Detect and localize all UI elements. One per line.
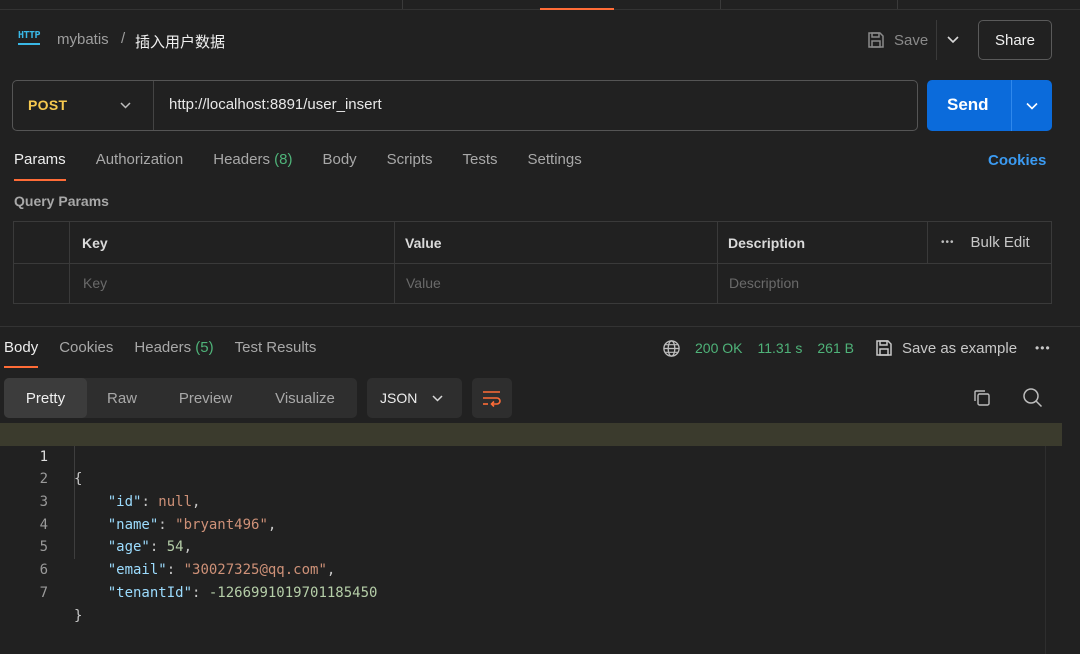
active-tab-indicator — [540, 8, 614, 10]
code-text: "tenantId": -1266991019701185450 — [107, 584, 378, 601]
tab-separator — [897, 0, 898, 9]
column-header-key: Key — [82, 235, 108, 251]
status-code[interactable]: 200 OK — [695, 340, 742, 356]
view-raw[interactable]: Raw — [92, 378, 152, 418]
tab-settings[interactable]: Settings — [528, 151, 582, 181]
description-input[interactable]: Description — [729, 275, 799, 291]
tab-authorization[interactable]: Authorization — [96, 151, 184, 181]
breadcrumb-collection[interactable]: mybatis — [57, 31, 109, 48]
column-header-value: Value — [405, 235, 442, 251]
code-line: 4 "age": 54, — [0, 491, 1062, 556]
more-options-icon[interactable]: ••• — [1035, 341, 1051, 355]
save-icon — [876, 340, 892, 356]
view-visualize[interactable]: Visualize — [260, 378, 350, 418]
value-input[interactable]: Value — [406, 275, 441, 291]
code-line: 5 "email": "30027325@qq.com", — [0, 514, 1062, 578]
line-number: 7 — [39, 584, 48, 601]
view-mode-switch: Pretty Raw Preview Visualize — [4, 378, 357, 418]
view-preview[interactable]: Preview — [164, 378, 247, 418]
send-divider — [1011, 80, 1012, 131]
save-icon — [868, 32, 884, 48]
save-divider — [936, 20, 937, 60]
key-input[interactable]: Key — [83, 275, 107, 291]
more-icon: ••• — [941, 237, 955, 248]
response-time[interactable]: 11.31 s — [757, 340, 802, 356]
tab-scripts[interactable]: Scripts — [387, 151, 433, 181]
response-size[interactable]: 261 B — [817, 340, 854, 356]
code-line: 7 } — [0, 559, 1062, 624]
request-name[interactable]: 插入用户数据 — [135, 31, 225, 52]
window-top-strip — [0, 0, 1080, 10]
send-button-group[interactable]: Send — [927, 80, 1052, 131]
tab-response-cookies[interactable]: Cookies — [59, 339, 113, 368]
http-request-icon: HTTP — [18, 30, 41, 45]
url-bar: POST http://localhost:8891/user_insert — [12, 80, 918, 131]
table-divider — [927, 222, 928, 263]
chevron-down-icon[interactable] — [119, 99, 132, 112]
chevron-down-icon[interactable] — [946, 32, 960, 46]
globe-icon[interactable] — [662, 339, 681, 358]
cookies-link[interactable]: Cookies — [988, 152, 1046, 169]
format-select-value: JSON — [380, 390, 418, 406]
response-panel-divider[interactable] — [0, 326, 1080, 327]
response-status: 200 OK 11.31 s 261 B Save as example ••• — [662, 338, 1051, 358]
bulk-edit-label: Bulk Edit — [970, 234, 1030, 251]
wrap-lines-icon — [483, 391, 501, 407]
headers-count: (8) — [274, 151, 293, 168]
save-button[interactable]: Save — [866, 28, 928, 52]
send-button[interactable]: Send — [947, 95, 989, 115]
copy-icon[interactable] — [972, 388, 992, 408]
response-tabs: Body Cookies Headers (5) Test Results — [4, 339, 337, 368]
save-label: Save — [894, 31, 929, 49]
chevron-down-icon[interactable] — [1025, 99, 1039, 113]
code-line: 2 "id": null, — [0, 446, 1062, 510]
tab-params[interactable]: Params — [14, 151, 66, 181]
chevron-down-icon — [432, 394, 443, 402]
format-select[interactable]: JSON — [367, 378, 462, 418]
tab-separator — [402, 0, 403, 9]
code-text: } — [74, 607, 83, 624]
tab-response-body[interactable]: Body — [4, 339, 39, 368]
query-params-title: Query Params — [14, 193, 109, 209]
wrap-lines-button[interactable] — [472, 378, 512, 418]
tab-separator — [720, 0, 721, 9]
share-button[interactable]: Share — [978, 20, 1052, 60]
url-input[interactable]: http://localhost:8891/user_insert — [169, 96, 382, 113]
response-headers-count: (5) — [195, 339, 214, 356]
response-body-editor[interactable]: 1 { 2 "id": null, 3 "name": "bryant496",… — [0, 423, 1062, 624]
table-divider — [394, 222, 395, 303]
search-icon[interactable] — [1022, 387, 1043, 408]
table-divider — [69, 222, 70, 303]
column-header-description: Description — [728, 235, 806, 251]
tab-response-headers[interactable]: Headers (5) — [134, 339, 213, 368]
tab-headers[interactable]: Headers (8) — [213, 151, 292, 181]
request-header: HTTP mybatis / 插入用户数据 Save Share — [0, 18, 1080, 62]
code-line: 1 { — [0, 423, 1062, 487]
table-divider — [14, 263, 1051, 264]
url-divider — [153, 81, 154, 130]
code-line: 3 "name": "bryant496", — [0, 468, 1062, 533]
request-tabs: Params Authorization Headers (8) Body Sc… — [14, 151, 612, 181]
save-as-example-label: Save as example — [901, 339, 1018, 357]
table-divider — [717, 222, 718, 303]
tab-body[interactable]: Body — [322, 151, 356, 181]
view-pretty[interactable]: Pretty — [4, 378, 87, 418]
method-select[interactable]: POST — [28, 97, 67, 113]
code-line: 6 "tenantId": -1266991019701185450 — [0, 536, 1062, 601]
tab-test-results[interactable]: Test Results — [235, 339, 317, 368]
tab-tests[interactable]: Tests — [463, 151, 498, 181]
bulk-edit-button[interactable]: ••• Bulk Edit — [941, 234, 1030, 251]
save-as-example-button[interactable]: Save as example — [874, 338, 1017, 358]
breadcrumb-separator: / — [121, 30, 126, 47]
query-params-table: Key Value Description ••• Bulk Edit Key … — [13, 221, 1052, 304]
